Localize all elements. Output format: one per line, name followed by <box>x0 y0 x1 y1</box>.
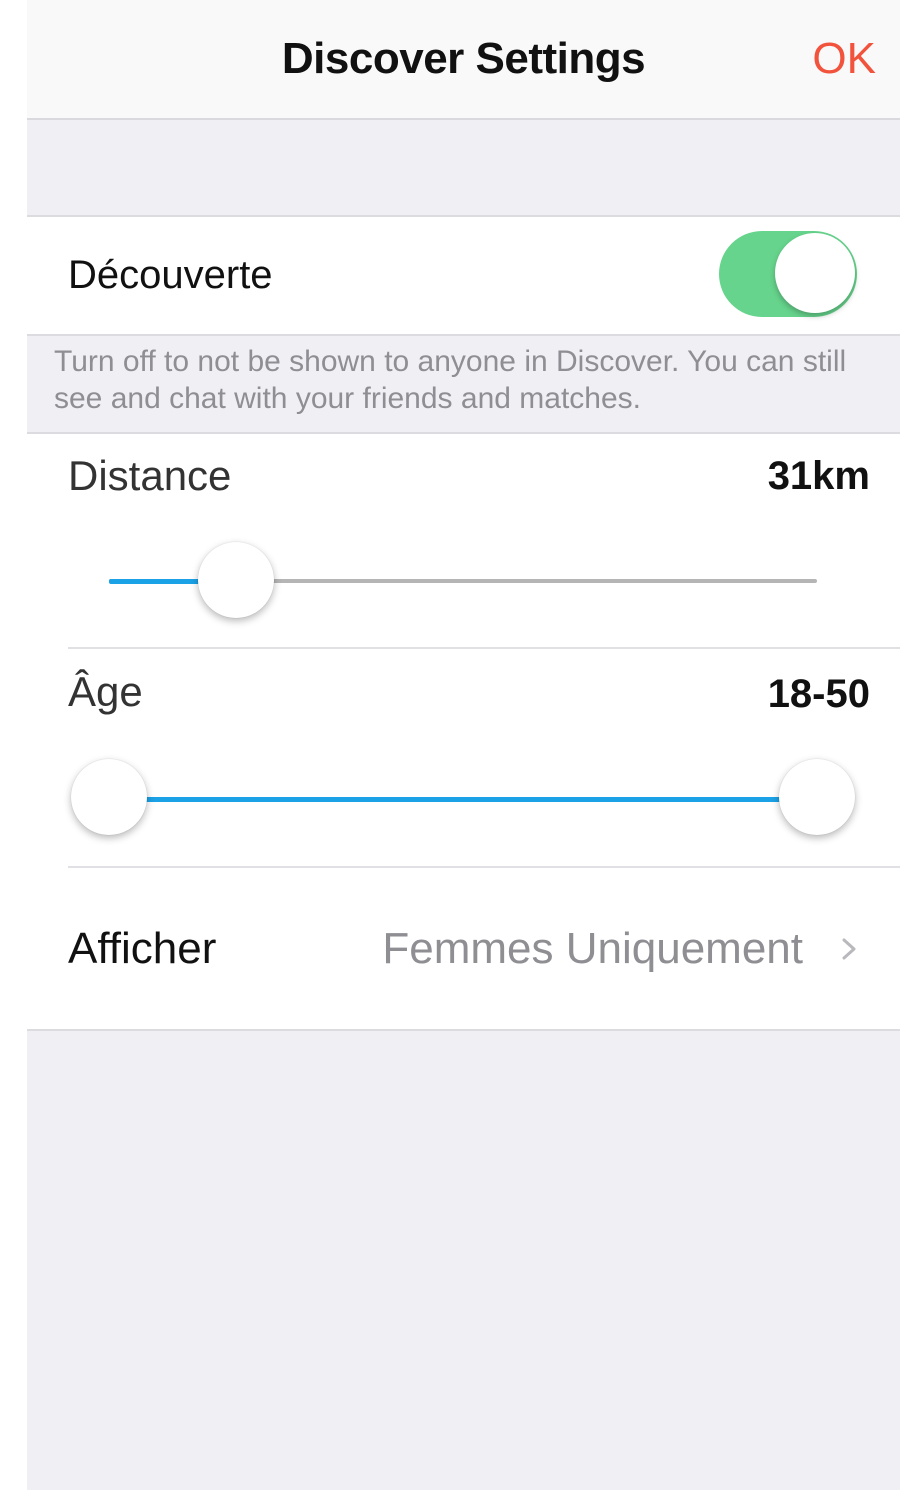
age-max-thumb[interactable] <box>779 759 855 835</box>
preferences-section: Distance 31km Âge 18-50 Afficher Femmes … <box>27 432 900 1031</box>
distance-slider-thumb[interactable] <box>198 542 275 618</box>
divider <box>68 866 900 868</box>
distance-value: 31km <box>767 454 870 498</box>
show-gender-row[interactable]: Afficher Femmes Uniquement <box>27 870 900 1029</box>
show-value: Femmes Uniquement <box>382 924 803 973</box>
discover-toggle[interactable] <box>719 231 857 317</box>
toggle-knob <box>775 233 855 313</box>
discover-label: Découverte <box>68 253 273 297</box>
discover-toggle-row: Découverte <box>27 215 900 336</box>
show-label: Afficher <box>68 924 217 973</box>
discover-settings-screen: Discover Settings OK Découverte Turn off… <box>27 0 900 1490</box>
page-title: Discover Settings <box>281 34 646 83</box>
discover-footnote: Turn off to not be shown to anyone in Di… <box>54 345 847 415</box>
navigation-bar: Discover Settings OK <box>27 0 900 120</box>
age-label: Âge <box>68 668 143 715</box>
left-margin <box>0 0 27 1490</box>
age-slider-fill <box>109 797 817 802</box>
distance-label: Distance <box>68 452 232 499</box>
age-min-thumb[interactable] <box>71 759 147 835</box>
divider <box>68 647 900 649</box>
ok-button[interactable]: OK <box>812 34 876 84</box>
age-value: 18-50 <box>767 672 870 716</box>
chevron-right-icon <box>842 938 856 960</box>
